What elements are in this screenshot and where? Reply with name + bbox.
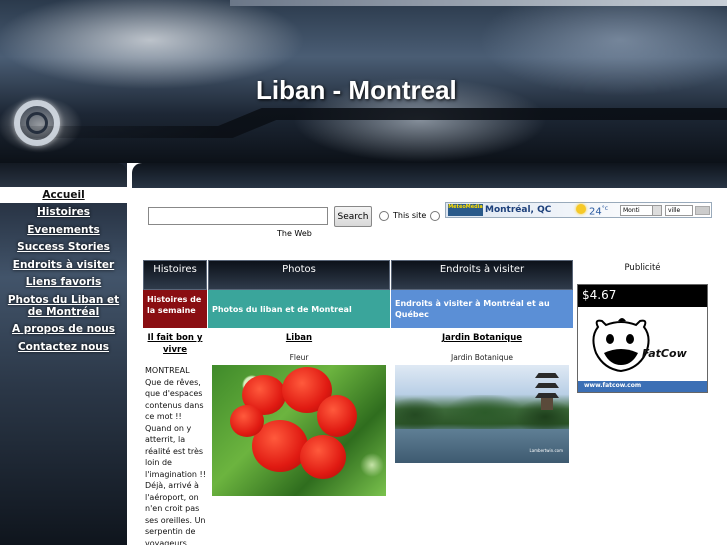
search-input[interactable] bbox=[148, 207, 328, 225]
ad-price: $4.67 bbox=[578, 285, 707, 307]
ad-brand: FatCow bbox=[642, 347, 687, 360]
garden-photo[interactable]: Lambertwin.com bbox=[395, 365, 569, 463]
weather-go-button[interactable] bbox=[695, 206, 710, 215]
weather-city-select[interactable]: Monti bbox=[620, 205, 662, 216]
flower-petal bbox=[300, 435, 346, 479]
weather-city: Montréal, QC bbox=[485, 205, 552, 215]
weather-city-select-value: Monti bbox=[623, 207, 640, 214]
search-this-site-radio[interactable] bbox=[379, 211, 389, 221]
search-button[interactable]: Search bbox=[334, 206, 372, 227]
photo-caption-jardin: Jardin Botanique bbox=[451, 353, 513, 362]
photo-caption-fleur: Fleur bbox=[289, 353, 309, 362]
column-header-photos: Photos bbox=[208, 260, 390, 290]
chevron-down-icon bbox=[652, 206, 661, 215]
ad-label: Publicité bbox=[624, 263, 661, 273]
nav-item-endroits[interactable]: Endroits à visiter bbox=[0, 259, 127, 271]
weather-ville-input[interactable]: ville bbox=[665, 205, 693, 216]
meteomedia-logo: MétéoMédia bbox=[448, 204, 483, 216]
garden-water bbox=[395, 429, 569, 463]
sidebar-nav: Accueil Histoires Evenements Success Sto… bbox=[0, 187, 127, 358]
nav-item-a-propos[interactable]: A propos de nous bbox=[0, 323, 127, 335]
weather-temperature: 24°c bbox=[589, 205, 608, 217]
story-link[interactable]: Il fait bon y vivre bbox=[143, 332, 207, 356]
page: Liban - Montreal Accueil Histoires Evene… bbox=[0, 0, 727, 545]
banner-top-strip bbox=[230, 0, 727, 6]
nav-item-evenements[interactable]: Evenements bbox=[0, 224, 127, 236]
ad-url: www.fatcow.com bbox=[578, 381, 707, 392]
column-subheader-histoires: Histoires de la semaine bbox=[143, 290, 207, 328]
fatcow-ad[interactable]: $4.67 FatCow www.fatcow.com bbox=[577, 284, 708, 393]
search-web-radio[interactable] bbox=[430, 211, 440, 221]
sun-icon bbox=[576, 204, 586, 214]
nav-item-success-stories[interactable]: Success Stories bbox=[0, 241, 127, 253]
nav-item-histoires[interactable]: Histoires bbox=[0, 206, 127, 218]
weather-unit: °c bbox=[601, 205, 609, 212]
pagoda-icon bbox=[535, 373, 559, 413]
weather-widget[interactable]: MétéoMédia Montréal, QC 24°c Monti ville bbox=[445, 202, 712, 218]
banner-swoosh bbox=[0, 108, 727, 138]
column-header-histoires: Histoires bbox=[143, 260, 207, 290]
flower-petal bbox=[230, 405, 264, 437]
cow-icon bbox=[592, 318, 650, 373]
site-title: Liban - Montreal bbox=[256, 75, 457, 105]
story-text: MONTREAL Que de rêves, que d'espaces con… bbox=[145, 366, 206, 545]
photo-watermark: Lambertwin.com bbox=[529, 448, 563, 453]
search-web-label: The Web bbox=[277, 229, 312, 238]
nav-item-accueil[interactable]: Accueil bbox=[0, 187, 127, 203]
nav-item-photos[interactable]: Photos du Liban et de Montréal bbox=[0, 294, 127, 318]
search-this-site-label: This site bbox=[393, 211, 427, 220]
main-top-tab bbox=[132, 163, 727, 188]
column-subheader-endroits: Endroits à visiter à Montréal et au Québ… bbox=[391, 290, 573, 328]
flower-photo[interactable] bbox=[212, 365, 386, 496]
nav-item-liens-favoris[interactable]: Liens favoris bbox=[0, 276, 127, 288]
place-link-jardin[interactable]: Jardin Botanique bbox=[391, 332, 573, 344]
header-banner: Liban - Montreal bbox=[0, 0, 727, 163]
pagoda-body bbox=[541, 398, 553, 410]
pagoda-roof bbox=[535, 373, 559, 378]
pagoda-roof bbox=[535, 383, 559, 388]
photo-link-liban[interactable]: Liban bbox=[208, 332, 390, 344]
weather-temperature-value: 24 bbox=[589, 206, 602, 218]
banner-ring-inner bbox=[26, 112, 48, 134]
flower-petal bbox=[317, 395, 357, 437]
nav-item-contact[interactable]: Contactez nous bbox=[0, 341, 127, 353]
sidebar-tab bbox=[0, 163, 127, 189]
column-subheader-photos: Photos du liban et de Montreal bbox=[208, 290, 390, 328]
column-header-endroits: Endroits à visiter bbox=[391, 260, 573, 290]
